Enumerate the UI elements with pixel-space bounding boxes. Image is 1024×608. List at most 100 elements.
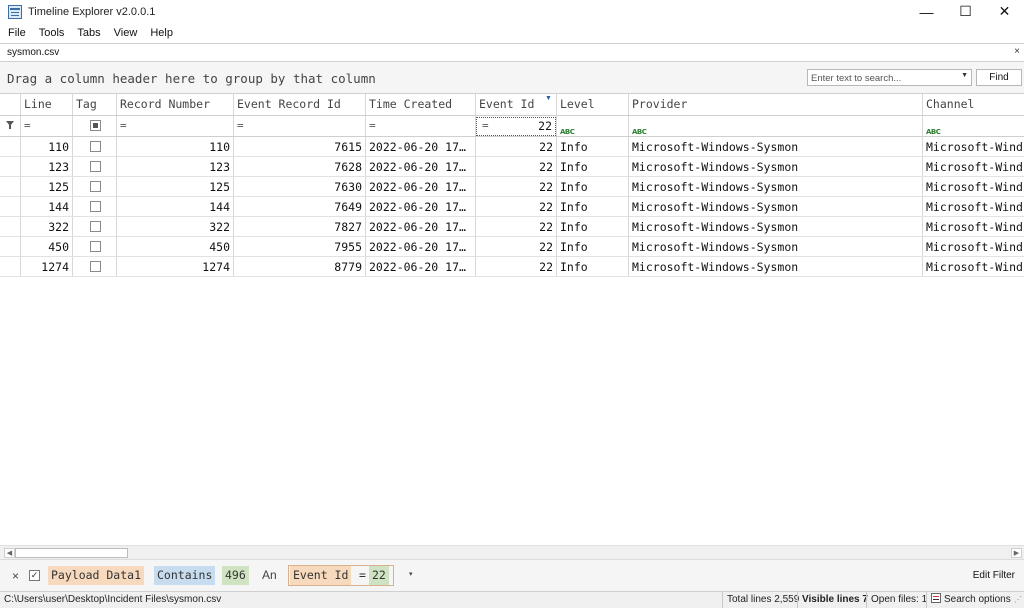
cell-level: Info <box>557 157 629 176</box>
cell-event-id: 22 <box>476 237 557 256</box>
search-dropdown-icon[interactable]: ▼ <box>961 72 968 79</box>
abc-filter-icon: ABC <box>560 128 575 136</box>
search-input[interactable] <box>808 71 956 86</box>
horizontal-scrollbar[interactable]: ◀ ▶ <box>0 545 1024 559</box>
filter-history-dropdown-icon[interactable]: ▾ <box>409 570 413 578</box>
cell-event-record-id: 7955 <box>234 237 366 256</box>
filter-level[interactable]: ABC <box>557 116 629 136</box>
filter-operator-equals[interactable]: = <box>356 566 369 585</box>
minimize-button[interactable]: — <box>907 0 946 23</box>
tag-checkbox[interactable] <box>90 241 101 252</box>
cell-record-number: 1274 <box>117 257 234 276</box>
group-by-panel[interactable]: Drag a column header here to group by th… <box>0 62 1024 94</box>
scroll-left-icon[interactable]: ◀ <box>4 548 15 558</box>
column-header-row: Line Tag Record Number Event Record Id T… <box>0 94 1024 116</box>
filter-line[interactable]: = <box>21 116 73 136</box>
cell-level: Info <box>557 237 629 256</box>
tag-checkbox[interactable] <box>90 161 101 172</box>
menu-tools[interactable]: Tools <box>34 27 70 39</box>
close-tab-icon[interactable]: × <box>1014 46 1020 57</box>
menu-tabs[interactable]: Tabs <box>72 27 105 39</box>
filter-time-created[interactable]: = <box>366 116 476 136</box>
scroll-right-icon[interactable]: ▶ <box>1011 548 1022 558</box>
filter-field-payload[interactable]: Payload Data1 <box>48 566 145 585</box>
status-bar: C:\Users\user\Desktop\Incident Files\sys… <box>0 591 1024 608</box>
column-header-record-number[interactable]: Record Number <box>117 94 234 115</box>
menu-help[interactable]: Help <box>145 27 178 39</box>
focused-filter-cell <box>476 117 556 136</box>
search-options-icon <box>931 593 941 603</box>
cell-event-record-id: 7615 <box>234 137 366 156</box>
column-header-level[interactable]: Level <box>557 94 629 115</box>
tag-checkbox[interactable] <box>90 261 101 272</box>
column-header-provider[interactable]: Provider <box>629 94 923 115</box>
cell-event-id: 22 <box>476 157 557 176</box>
table-row[interactable]: 125 125 7630 2022-06-20 17… 22 Info Micr… <box>0 177 1024 197</box>
filter-record-number[interactable]: = <box>117 116 234 136</box>
table-row[interactable]: 450 450 7955 2022-06-20 17… 22 Info Micr… <box>0 237 1024 257</box>
row-indicator <box>0 257 21 276</box>
status-open-files: Open files: 1 <box>866 592 931 608</box>
tag-filter-checkbox[interactable] <box>90 120 101 131</box>
cell-time-created: 2022-06-20 17… <box>366 137 476 156</box>
table-row[interactable]: 1274 1274 8779 2022-06-20 17… 22 Info Mi… <box>0 257 1024 277</box>
cell-channel: Microsoft-Wind <box>926 220 1023 234</box>
table-row[interactable]: 144 144 7649 2022-06-20 17… 22 Info Micr… <box>0 197 1024 217</box>
cell-provider: Microsoft-Windows-Sysmon <box>629 217 923 236</box>
filter-row-indicator <box>0 116 21 136</box>
row-indicator <box>0 157 21 176</box>
app-icon <box>8 4 22 19</box>
status-total-lines: Total lines 2,559 <box>722 592 803 608</box>
column-header-time-created[interactable]: Time Created <box>366 94 476 115</box>
scroll-thumb[interactable] <box>15 548 128 558</box>
find-button[interactable]: Find <box>976 69 1022 86</box>
cell-provider: Microsoft-Windows-Sysmon <box>629 197 923 216</box>
menu-file[interactable]: File <box>3 27 31 39</box>
tag-checkbox[interactable] <box>90 201 101 212</box>
table-row[interactable]: 322 322 7827 2022-06-20 17… 22 Info Micr… <box>0 217 1024 237</box>
cell-level: Info <box>557 177 629 196</box>
cell-time-created: 2022-06-20 17… <box>366 197 476 216</box>
tag-checkbox[interactable] <box>90 181 101 192</box>
filter-active-icon: ▼ <box>545 95 552 102</box>
cell-level: Info <box>557 257 629 276</box>
filter-channel[interactable]: ABC <box>923 116 1024 136</box>
filter-field-event-id[interactable]: Event Id <box>290 566 352 585</box>
cell-time-created: 2022-06-20 17… <box>366 217 476 236</box>
menu-view[interactable]: View <box>109 27 143 39</box>
cell-line: 1274 <box>21 257 73 276</box>
filter-value-22[interactable]: 22 <box>369 566 389 585</box>
search-box[interactable]: ▼ <box>807 69 972 86</box>
filter-value-496[interactable]: 496 <box>222 566 249 585</box>
cell-channel: Microsoft-Wind <box>926 180 1023 194</box>
column-header-tag[interactable]: Tag <box>73 94 117 115</box>
cell-event-id: 22 <box>476 197 557 216</box>
filter-operator-contains[interactable]: Contains <box>154 566 216 585</box>
resize-grip-icon[interactable]: ⋰ <box>1014 595 1022 604</box>
tag-checkbox[interactable] <box>90 221 101 232</box>
search-options-button[interactable]: Search options <box>926 592 1015 608</box>
column-header-channel[interactable]: Channel <box>923 94 1024 115</box>
cell-event-record-id: 8779 <box>234 257 366 276</box>
filter-event-record-id[interactable]: = <box>234 116 366 136</box>
column-header-line[interactable]: Line <box>21 94 73 115</box>
tab-sysmon-csv[interactable]: sysmon.csv <box>7 47 59 58</box>
table-row[interactable]: 110 110 7615 2022-06-20 17… 22 Info Micr… <box>0 137 1024 157</box>
clear-filter-icon[interactable]: × <box>12 569 19 583</box>
close-button[interactable]: ✕ <box>985 0 1024 23</box>
cell-level: Info <box>557 197 629 216</box>
enable-filter-checkbox[interactable]: ✓ <box>29 570 40 581</box>
filter-join-operator[interactable]: An <box>259 566 280 585</box>
edit-filter-link[interactable]: Edit Filter <box>973 570 1015 581</box>
filter-provider[interactable]: ABC <box>629 116 923 136</box>
row-indicator <box>0 137 21 156</box>
cell-provider: Microsoft-Windows-Sysmon <box>629 177 923 196</box>
cell-record-number: 110 <box>117 137 234 156</box>
tag-checkbox[interactable] <box>90 141 101 152</box>
cell-channel: Microsoft-Wind <box>926 260 1023 274</box>
cell-event-record-id: 7649 <box>234 197 366 216</box>
maximize-button[interactable]: ☐ <box>946 0 985 23</box>
cell-line: 450 <box>21 237 73 256</box>
column-header-event-record-id[interactable]: Event Record Id <box>234 94 366 115</box>
table-row[interactable]: 123 123 7628 2022-06-20 17… 22 Info Micr… <box>0 157 1024 177</box>
